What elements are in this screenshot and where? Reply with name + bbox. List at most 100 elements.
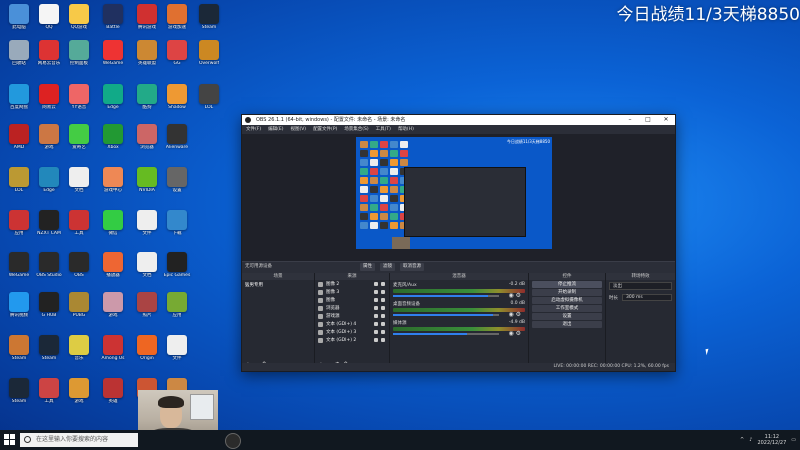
filters-button[interactable]: 滤镜: [380, 263, 395, 271]
eye-icon[interactable]: [374, 338, 378, 342]
eye-icon[interactable]: [374, 322, 378, 326]
menu-view[interactable]: 视图(V): [290, 125, 306, 134]
obs-taskbar-icon[interactable]: [225, 433, 241, 449]
control-button[interactable]: 开始录制: [532, 289, 602, 296]
lock-icon[interactable]: [381, 322, 385, 326]
menu-profile[interactable]: 配置文件(P): [313, 125, 337, 134]
desktop-icon[interactable]: PUBG: [62, 292, 96, 323]
desktop-icon[interactable]: 此电脑: [2, 4, 36, 35]
desktop-icon[interactable]: Xbox: [96, 124, 130, 155]
control-button[interactable]: 退出: [532, 321, 602, 328]
desktop-icon[interactable]: 工具: [62, 210, 96, 241]
desktop-icon[interactable]: 微信: [96, 210, 130, 241]
volume-slider[interactable]: [393, 314, 499, 316]
eye-icon[interactable]: [374, 290, 378, 294]
deactivate-button[interactable]: 取消音源: [400, 263, 424, 271]
desktop-icon[interactable]: 游戏: [32, 124, 66, 155]
menu-file[interactable]: 文件(F): [246, 125, 261, 134]
desktop-icon[interactable]: GG: [160, 40, 194, 71]
desktop-icon[interactable]: LOL: [192, 84, 226, 115]
desktop-icon[interactable]: Overwolf: [192, 40, 226, 71]
eye-icon[interactable]: [374, 306, 378, 310]
eye-icon[interactable]: [374, 282, 378, 286]
desktop-icon[interactable]: 腾讯游戏: [130, 4, 164, 35]
desktop-icon[interactable]: AMD: [2, 124, 36, 155]
desktop-icon[interactable]: 设置: [160, 167, 194, 198]
menu-scene-collection[interactable]: 场景集合(S): [344, 125, 368, 134]
maximize-icon[interactable]: □: [639, 115, 657, 125]
desktop-icon[interactable]: NZXT CAM: [32, 210, 66, 241]
volume-icon[interactable]: ♪: [749, 437, 752, 443]
mute-icon[interactable]: ◉ ⚙: [508, 330, 521, 337]
desktop-icon[interactable]: Steam: [32, 335, 66, 366]
eye-icon[interactable]: [374, 314, 378, 318]
source-item[interactable]: 游戏源: [315, 312, 389, 320]
volume-slider[interactable]: [393, 295, 499, 297]
desktop-icon[interactable]: 网易云音乐: [32, 40, 66, 71]
desktop-icon[interactable]: 爱奇艺: [62, 124, 96, 155]
mute-icon[interactable]: ◉ ⚙: [508, 311, 521, 318]
desktop-icon[interactable]: Steam: [192, 4, 226, 35]
source-item[interactable]: 文本 (GDI+) 2: [315, 336, 389, 344]
desktop-icon[interactable]: QQ: [32, 4, 66, 35]
desktop-icon[interactable]: YY语音: [62, 84, 96, 115]
desktop-icon[interactable]: Shadow: [160, 84, 194, 115]
desktop-icon[interactable]: G HUB: [32, 292, 66, 323]
minimize-icon[interactable]: –: [621, 115, 639, 125]
volume-slider[interactable]: [393, 333, 499, 335]
control-button[interactable]: 停止推流: [532, 281, 602, 288]
desktop-icon[interactable]: Among Us: [96, 335, 130, 366]
desktop-icon[interactable]: WeGame: [2, 252, 36, 283]
desktop-icon[interactable]: 腾讯视频: [2, 292, 36, 323]
desktop-icon[interactable]: 酷狗: [130, 84, 164, 115]
source-item[interactable]: 浏览器: [315, 304, 389, 312]
close-icon[interactable]: ✕: [657, 115, 675, 125]
desktop-icon[interactable]: 英雄联盟: [130, 40, 164, 71]
desktop-icon[interactable]: Alienware: [160, 124, 194, 155]
lock-icon[interactable]: [381, 298, 385, 302]
lock-icon[interactable]: [381, 306, 385, 310]
desktop-icon[interactable]: NVIDIA: [130, 167, 164, 198]
desktop-icon[interactable]: Edge: [32, 167, 66, 198]
desktop-icon[interactable]: Origin: [130, 335, 164, 366]
menu-edit[interactable]: 编辑(E): [268, 125, 283, 134]
control-button[interactable]: 启动虚拟摄像机: [532, 297, 602, 304]
clock[interactable]: 11:12 2022/12/27: [757, 434, 786, 446]
desktop-icon[interactable]: 网易云: [32, 84, 66, 115]
desktop-icon[interactable]: QQ游戏: [62, 4, 96, 35]
desktop-icon[interactable]: 英雄: [96, 378, 130, 409]
eye-icon[interactable]: [374, 298, 378, 302]
desktop-icon[interactable]: LOL: [2, 167, 36, 198]
desktop-icon[interactable]: OBS Studio: [32, 252, 66, 283]
preview-canvas[interactable]: 今日战绩11/3天梯8850: [356, 137, 552, 249]
desktop-icon[interactable]: 应用: [2, 210, 36, 241]
transition-select[interactable]: 淡出: [609, 282, 672, 290]
tray-arrow-icon[interactable]: ^: [740, 437, 744, 443]
desktop-icon[interactable]: 工具: [32, 378, 66, 409]
desktop-icon[interactable]: WeGame: [96, 40, 130, 71]
notification-icon[interactable]: ▭: [791, 437, 796, 443]
desktop-icon[interactable]: Epic Games: [160, 252, 194, 283]
desktop-icon[interactable]: 播放器: [96, 252, 130, 283]
taskbar-search[interactable]: 在这里输入你要搜索的内容: [20, 433, 138, 447]
desktop-icon[interactable]: Steam: [2, 378, 36, 409]
source-item[interactable]: 文本 (GDI+) 4: [315, 320, 389, 328]
desktop-icon[interactable]: Steam: [2, 335, 36, 366]
desktop-icon[interactable]: 文件: [160, 335, 194, 366]
duration-input[interactable]: 300 ms: [622, 294, 672, 301]
desktop-icon[interactable]: 游戏加速: [160, 4, 194, 35]
desktop-icon[interactable]: Battle: [96, 4, 130, 35]
desktop-icon[interactable]: 文件: [130, 210, 164, 241]
source-item[interactable]: 图像 3: [315, 288, 389, 296]
scene-item[interactable]: 猛男专用: [242, 280, 314, 290]
menu-tools[interactable]: 工具(T): [376, 125, 391, 134]
lock-icon[interactable]: [381, 330, 385, 334]
desktop-icon[interactable]: 音乐: [62, 335, 96, 366]
obs-title-bar[interactable]: OBS 26.1.1 (64-bit, windows) - 配置文件: 未命名…: [242, 115, 675, 125]
desktop-icon[interactable]: 下载: [160, 210, 194, 241]
desktop-icon[interactable]: 控制面板: [62, 40, 96, 71]
lock-icon[interactable]: [381, 338, 385, 342]
desktop-icon[interactable]: 游戏: [96, 292, 130, 323]
desktop-icon[interactable]: 游戏中心: [96, 167, 130, 198]
desktop-icon[interactable]: 文档: [62, 167, 96, 198]
